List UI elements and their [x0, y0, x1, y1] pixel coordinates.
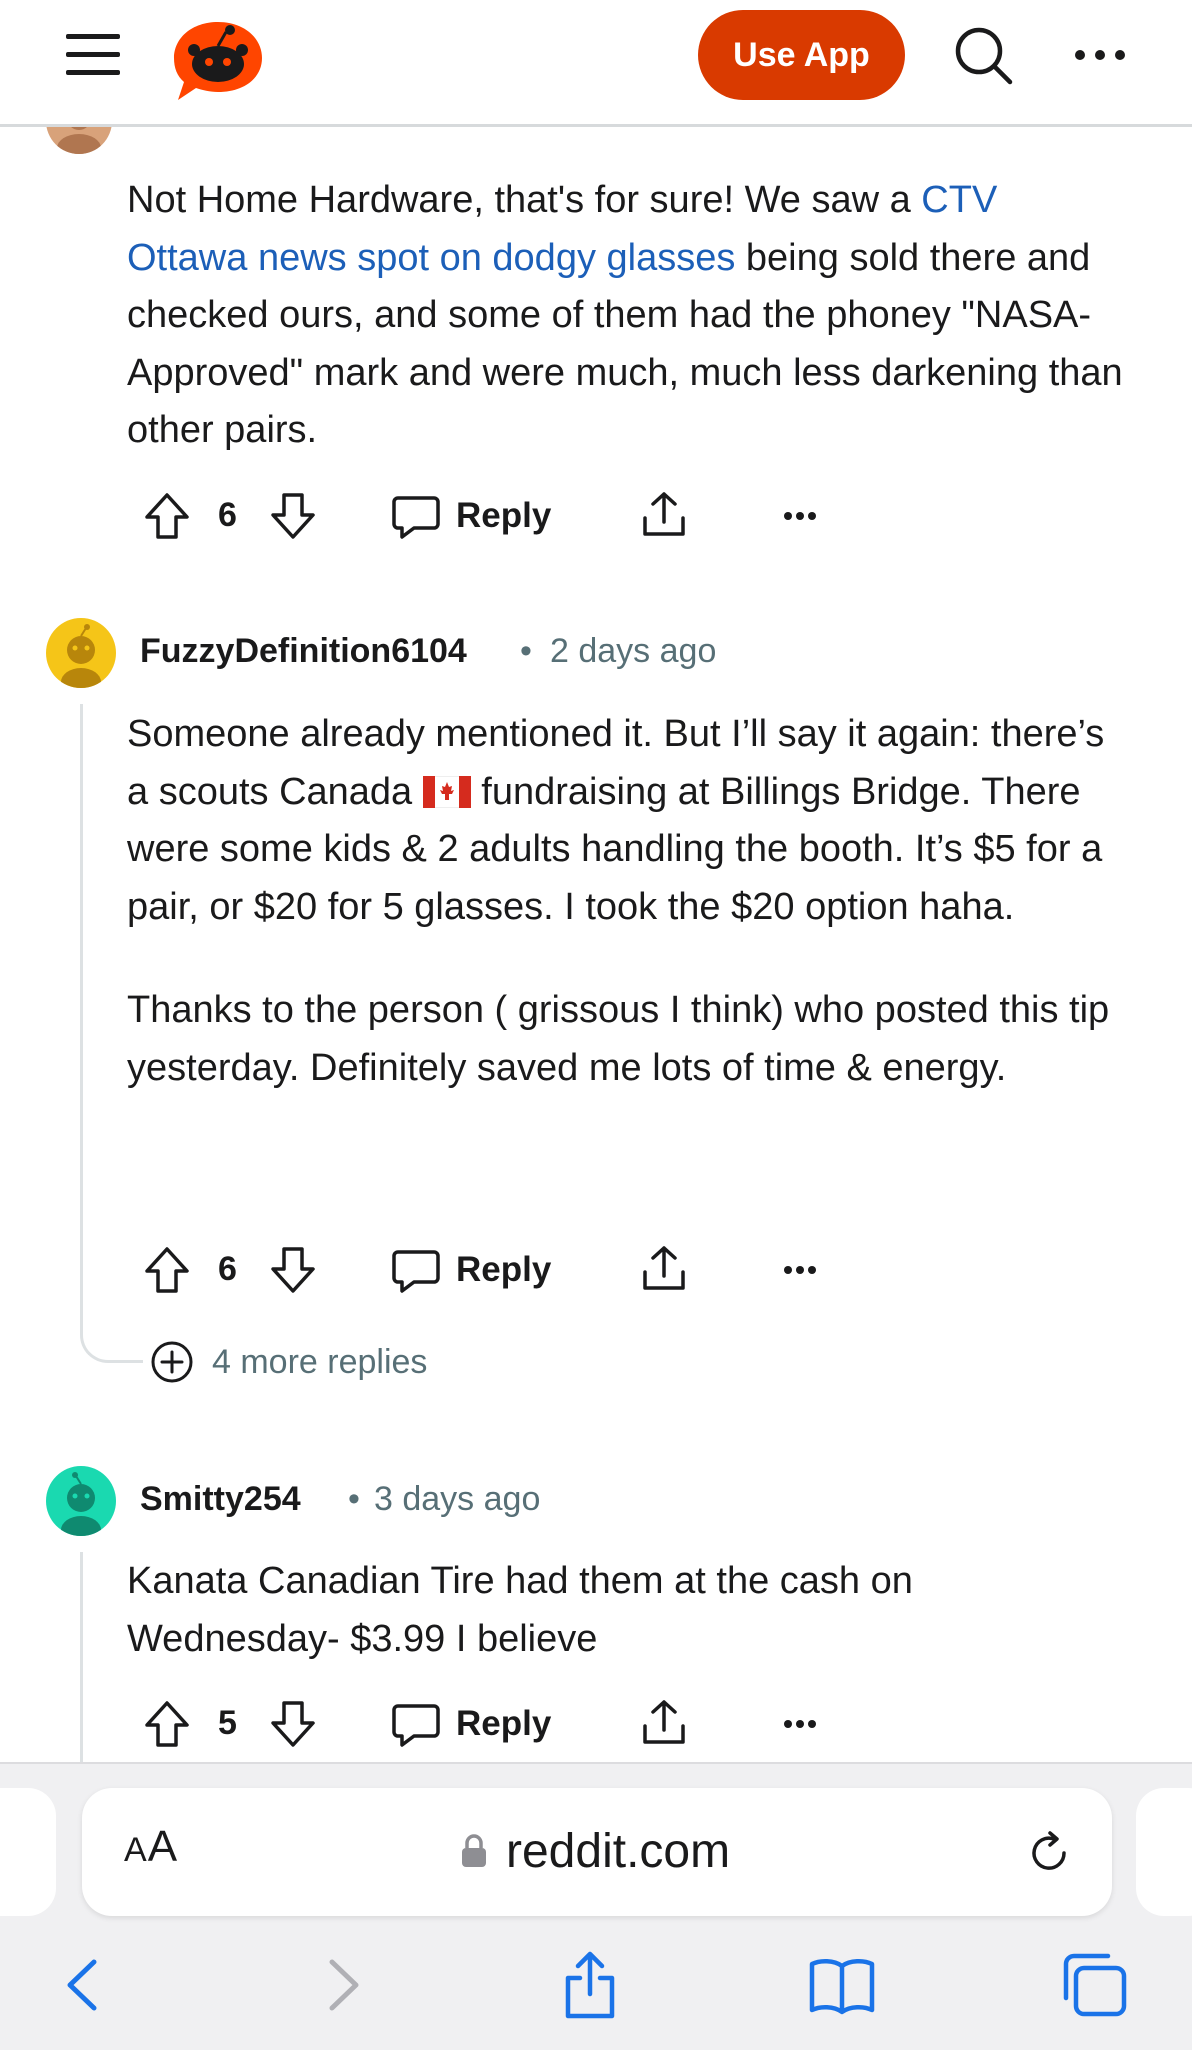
share-icon[interactable]: [554, 1950, 626, 2020]
text-size-button[interactable]: AA: [124, 1822, 178, 1872]
comment-bubble-icon: [392, 496, 440, 539]
share-icon[interactable]: [640, 490, 688, 540]
comment-actions: 6 Reply: [140, 486, 840, 546]
username[interactable]: Smitty254: [140, 1480, 301, 1519]
upvote-icon[interactable]: [144, 492, 190, 540]
thread-line-curve: [80, 1304, 143, 1363]
reply-label: Reply: [456, 496, 552, 535]
tabs-icon[interactable]: [1058, 1950, 1130, 2020]
lock-icon: [462, 1834, 486, 1867]
reddit-header: Use App: [0, 0, 1192, 127]
comment-header: Smitty254 • 3 days ago: [46, 1466, 1046, 1536]
forward-icon[interactable]: [306, 1950, 378, 2020]
avatar[interactable]: [46, 1466, 116, 1536]
address-bar[interactable]: AA reddit.com: [82, 1788, 1112, 1916]
share-icon[interactable]: [640, 1244, 688, 1294]
menu-icon[interactable]: [66, 34, 120, 76]
browser-toolbar: AA reddit.com: [0, 1762, 1192, 2050]
more-replies-button[interactable]: 4 more replies: [150, 1338, 427, 1386]
comment-text: Not Home Hardware, that's for sure! We s…: [127, 179, 1123, 451]
comment-text: Someone already mentioned it. But I’ll s…: [127, 713, 1105, 928]
vote-score: 6: [218, 496, 237, 534]
separator-dot: •: [520, 632, 532, 670]
previous-tab-preview[interactable]: [0, 1788, 56, 1916]
use-app-button[interactable]: Use App: [698, 10, 905, 100]
separator-dot: •: [348, 1480, 360, 1518]
reply-button[interactable]: Reply: [392, 1694, 551, 1754]
reddit-logo-icon[interactable]: [170, 18, 266, 102]
avatar[interactable]: [46, 618, 116, 688]
thread-line[interactable]: [80, 1552, 83, 1762]
downvote-icon[interactable]: [270, 1246, 316, 1294]
timestamp: 2 days ago: [550, 632, 717, 670]
comment-body: Not Home Hardware, that's for sure! We s…: [127, 172, 1127, 460]
reply-label: Reply: [456, 1704, 552, 1743]
back-icon[interactable]: [48, 1950, 120, 2020]
reply-button[interactable]: Reply: [392, 486, 551, 546]
downvote-icon[interactable]: [270, 1700, 316, 1748]
more-replies-label: 4 more replies: [212, 1342, 428, 1381]
next-tab-preview[interactable]: [1136, 1788, 1192, 1916]
reply-label: Reply: [456, 1250, 552, 1289]
comment-actions: 5 Reply: [140, 1694, 840, 1754]
share-icon[interactable]: [640, 1698, 688, 1748]
comment-text: Kanata Canadian Tire had them at the cas…: [127, 1560, 913, 1660]
comment-header: FuzzyDefinition6104 • 2 days ago: [46, 618, 1046, 688]
reply-button[interactable]: Reply: [392, 1240, 551, 1300]
vote-score: 5: [218, 1704, 237, 1742]
more-options-icon[interactable]: [782, 1718, 818, 1730]
thread-line[interactable]: [80, 704, 83, 1304]
username[interactable]: FuzzyDefinition6104: [140, 632, 467, 671]
comment-body: Kanata Canadian Tire had them at the cas…: [127, 1553, 1127, 1668]
url-text[interactable]: reddit.com: [506, 1824, 730, 1879]
comment-body: Someone already mentioned it. But I’ll s…: [127, 706, 1127, 1097]
comment-bubble-icon: [392, 1704, 440, 1747]
comment-bubble-icon: [392, 1250, 440, 1293]
more-options-icon[interactable]: [1070, 40, 1130, 70]
comment-actions: 6 Reply: [140, 1240, 840, 1300]
plus-circle-icon: [151, 1341, 193, 1383]
comment-text: Thanks to the person ( grissous I think)…: [127, 989, 1110, 1089]
upvote-icon[interactable]: [144, 1246, 190, 1294]
vote-score: 6: [218, 1250, 237, 1288]
upvote-icon[interactable]: [144, 1700, 190, 1748]
comments-feed: Not Home Hardware, that's for sure! We s…: [0, 0, 1192, 1762]
search-icon[interactable]: [952, 24, 1014, 86]
more-options-icon[interactable]: [782, 510, 818, 522]
timestamp: 3 days ago: [374, 1480, 541, 1518]
reload-icon[interactable]: [1024, 1828, 1074, 1878]
canada-flag-icon: [422, 768, 472, 808]
downvote-icon[interactable]: [270, 492, 316, 540]
more-options-icon[interactable]: [782, 1264, 818, 1276]
bookmarks-icon[interactable]: [806, 1950, 878, 2020]
